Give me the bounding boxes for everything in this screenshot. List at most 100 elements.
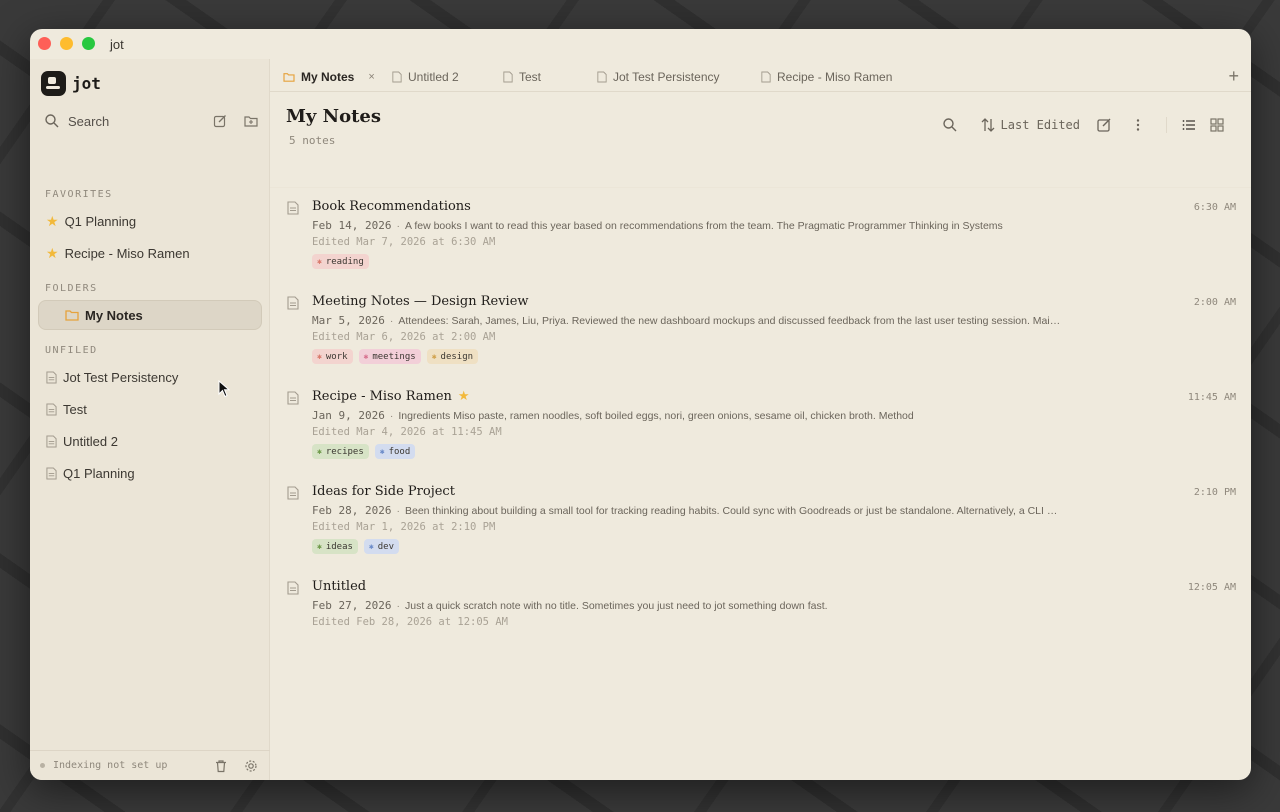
note-meta: Feb 14, 2026 · A few books I want to read … <box>312 219 1126 232</box>
jot-logo-icon <box>41 70 66 96</box>
tag-label: recipes <box>325 446 364 457</box>
note-preview: Ingredients Miso paste, ramen noodles, s… <box>398 410 914 422</box>
folder-icon <box>283 73 295 82</box>
notes-count: 5 notes <box>289 134 336 147</box>
note-tags: ✱ recipes ✱ food <box>312 444 416 459</box>
document-icon <box>46 434 57 448</box>
zoom-window-button[interactable] <box>82 37 95 50</box>
document-icon <box>503 71 513 83</box>
note-meta: Feb 27, 2026 · Just a quick scratch note w… <box>312 599 1126 612</box>
folder-item-my-notes[interactable]: My Notes <box>38 300 262 330</box>
favorite-item-label: Recipe - Miso Ramen <box>64 245 190 261</box>
brand-name: jot <box>72 73 101 93</box>
tag-chip[interactable]: ✱ meetings <box>358 349 421 364</box>
unfiled-item-untitled-2[interactable]: Untitled 2 <box>38 426 262 456</box>
tab-label: Recipe - Miso Ramen <box>777 70 893 84</box>
tag-chip[interactable]: ✱ design <box>426 349 479 364</box>
note-title: Book Recommendations <box>312 199 471 214</box>
note-preview: Attendees: Sarah, James, Liu, Priya. Rev… <box>398 315 1061 327</box>
meta-separator: · <box>396 220 400 232</box>
unfiled-item-label: Q1 Planning <box>63 465 135 481</box>
tag-chip[interactable]: ✱ work <box>312 349 353 364</box>
tag-chip[interactable]: ✱ reading <box>312 254 369 269</box>
unfiled-item-q1-planning[interactable]: Q1 Planning <box>38 458 262 488</box>
unfiled-section-label: UNFILED <box>45 345 98 356</box>
note-row[interactable]: Untitled 12:05 AM Feb 27, 2026 · Just a qu… <box>270 568 1251 663</box>
note-meta: Jan 9, 2026 · Ingredients Miso paste, rame… <box>312 409 1126 422</box>
tag-chip[interactable]: ✱ dev <box>363 539 400 554</box>
tag-chip[interactable]: ✱ recipes <box>312 444 369 459</box>
brand: jot <box>41 70 101 96</box>
tag-dot-icon: ✱ <box>363 352 369 361</box>
document-icon <box>287 296 299 310</box>
tag-chip[interactable]: ✱ food <box>374 444 416 459</box>
note-row[interactable]: Recipe - Miso Ramen ★ 11:45 AM Jan 9, 202… <box>270 378 1251 473</box>
main-panel: My Notes 5 notes Last Edited Book Recomm… <box>270 93 1251 780</box>
tab-label: Test <box>519 70 542 84</box>
search-label: Search <box>68 113 110 129</box>
sort-button[interactable]: Last Edited <box>980 117 1080 133</box>
grid-view-icon[interactable] <box>1209 117 1225 133</box>
gear-icon[interactable] <box>244 759 258 773</box>
unfiled-item-test[interactable]: Test <box>38 394 262 424</box>
tab-bar: My Notes × Untitled 2 Test Jot Test Pers… <box>270 62 1251 92</box>
new-note-icon[interactable] <box>213 114 227 128</box>
favorite-item-recipe-miso-ramen[interactable]: ★ Recipe - Miso Ramen <box>38 238 262 268</box>
search-icon[interactable] <box>942 117 958 133</box>
note-edited: Edited Mar 7, 2026 at 6:30 AM <box>312 236 496 248</box>
close-window-button[interactable] <box>38 37 51 50</box>
folders-section-label: FOLDERS <box>45 283 98 294</box>
note-title-text: Meeting Notes — Design Review <box>312 294 529 309</box>
new-folder-icon[interactable] <box>244 114 258 128</box>
tag-label: dev <box>377 541 395 552</box>
note-title: Ideas for Side Project <box>312 484 455 499</box>
note-row[interactable]: Meeting Notes — Design Review 2:00 AM Ma… <box>270 283 1251 378</box>
note-row[interactable]: Ideas for Side Project 2:10 PM Feb 28, 2… <box>270 473 1251 568</box>
close-tab-icon[interactable]: × <box>368 71 374 83</box>
star-icon: ★ <box>457 389 470 404</box>
tag-label: meetings <box>372 351 416 362</box>
search-row[interactable]: Search <box>44 110 258 132</box>
tab-label: My Notes <box>301 70 355 84</box>
note-edited: Edited Mar 1, 2026 at 2:10 PM <box>312 521 496 533</box>
tab-label: Jot Test Persistency <box>613 70 720 84</box>
document-icon <box>46 370 57 384</box>
tag-dot-icon: ✱ <box>317 447 322 456</box>
note-date: Feb 14, 2026 <box>312 219 392 232</box>
tag-dot-icon: ✱ <box>368 542 374 551</box>
document-icon <box>287 581 299 595</box>
tab-untitled-2[interactable]: Untitled 2 <box>392 62 459 92</box>
note-row[interactable]: Book Recommendations 6:30 AM Feb 14, 202… <box>270 188 1251 283</box>
folder-item-label: My Notes <box>85 307 143 323</box>
tag-label: design <box>440 351 474 362</box>
meta-separator: · <box>396 600 400 612</box>
document-icon <box>597 71 607 83</box>
list-toolbar: Last Edited <box>942 113 1231 137</box>
trash-icon[interactable] <box>214 759 228 773</box>
tag-chip[interactable]: ✱ ideas <box>312 539 358 554</box>
new-note-icon[interactable] <box>1096 117 1112 133</box>
new-tab-button[interactable]: + <box>1228 66 1239 87</box>
tab-my-notes[interactable]: My Notes × <box>283 62 375 92</box>
tab-recipe-miso-ramen[interactable]: Recipe - Miso Ramen <box>761 62 892 92</box>
unfiled-item-label: Test <box>63 401 87 417</box>
note-date: Feb 27, 2026 <box>312 599 392 612</box>
titlebar: jot <box>30 29 1251 59</box>
minimize-window-button[interactable] <box>60 37 73 50</box>
tag-label: reading <box>325 256 364 267</box>
view-toggle <box>1166 117 1231 133</box>
note-preview: Been thinking about building a small too… <box>404 505 1058 517</box>
favorite-item-q1-planning[interactable]: ★ Q1 Planning <box>38 206 262 236</box>
meta-separator: · <box>389 410 394 422</box>
more-options-icon[interactable] <box>1130 117 1146 133</box>
list-view-icon[interactable] <box>1181 117 1197 133</box>
window-title: jot <box>110 37 124 52</box>
note-title: Meeting Notes — Design Review <box>312 294 529 309</box>
note-time: 12:05 AM <box>1187 582 1236 593</box>
note-tags: ✱ ideas ✱ dev <box>312 539 400 554</box>
note-edited: Edited Feb 28, 2026 at 12:05 AM <box>312 616 508 628</box>
tab-jot-test-persistency[interactable]: Jot Test Persistency <box>597 62 720 92</box>
favorite-item-label: Q1 Planning <box>64 213 137 229</box>
meta-separator: · <box>389 315 394 327</box>
tab-test[interactable]: Test <box>503 62 541 92</box>
